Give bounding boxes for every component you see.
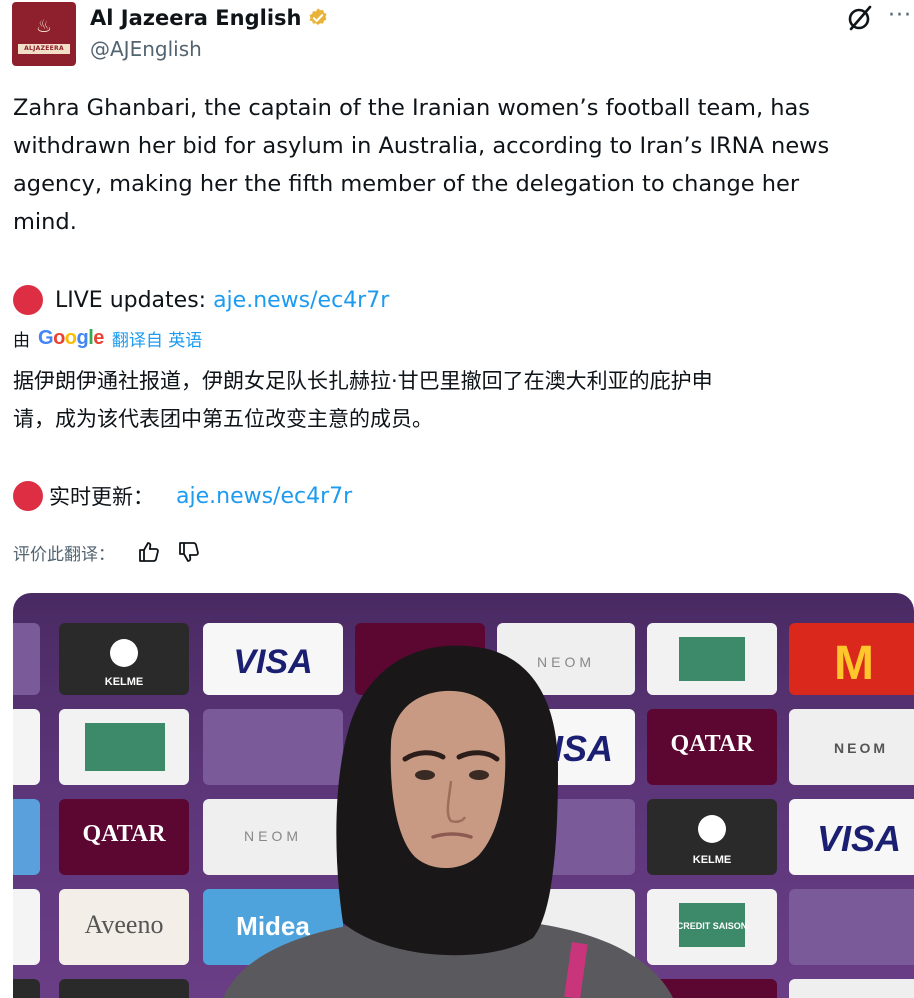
tweet-text-line: mind. bbox=[13, 209, 77, 235]
tweet-photo[interactable]: KELME VISA NEOM M VISA QATAR NEOM QATAR … bbox=[13, 593, 914, 998]
aljazeera-logo-icon: ♨ bbox=[35, 16, 53, 37]
tweet-text: Zahra Ghanbari, the captain of the Irani… bbox=[13, 89, 911, 241]
aveeno-logo-text: Aveeno bbox=[85, 910, 164, 939]
translated-text-line: 请，成为该代表团中第五位改变主意的成员。 bbox=[13, 407, 433, 431]
credit-saison-logo-text: CREDIT SAISON bbox=[677, 921, 748, 931]
thumbs-up-icon[interactable] bbox=[137, 540, 161, 564]
tweet-post: ♨ ALJAZEERA Al Jazeera English @AJEnglis… bbox=[0, 0, 914, 998]
live-updates-label: LIVE updates: bbox=[55, 287, 214, 313]
google-letter: o bbox=[64, 326, 77, 349]
kelme-logo-text: KELME bbox=[693, 854, 732, 866]
red-circle-icon bbox=[13, 481, 43, 511]
tweet-text-line: withdrawn her bid for asylum in Australi… bbox=[13, 133, 830, 159]
translated-text-line: 据伊朗伊通社报道，伊朗女足队长扎赫拉·甘巴里撤回了在澳大利亚的庇护申 bbox=[13, 369, 713, 393]
grok-icon[interactable] bbox=[846, 4, 874, 32]
translated-live-updates-row: 实时更新： aje.news/ec4r7r bbox=[13, 478, 352, 514]
rate-translation-row: 评价此翻译： bbox=[13, 536, 217, 568]
neom-logo-text: NEOM bbox=[244, 828, 302, 844]
translated-live-updates-link[interactable]: aje.news/ec4r7r bbox=[176, 484, 352, 509]
rate-translation-label: 评价此翻译： bbox=[13, 544, 115, 565]
google-letter: g bbox=[76, 326, 89, 349]
kelme-logo-text: KELME bbox=[105, 676, 144, 688]
visa-logo-text: VISA bbox=[817, 818, 901, 859]
translation-attribution: 由 Google 翻译自 英语 bbox=[13, 323, 202, 353]
google-letter: e bbox=[93, 326, 104, 349]
google-letter: o bbox=[53, 326, 65, 349]
avatar-logo-text: ALJAZEERA bbox=[18, 44, 70, 54]
neom-logo-text: NEOM bbox=[537, 654, 595, 670]
author-avatar[interactable]: ♨ ALJAZEERA bbox=[12, 2, 76, 66]
more-options-icon[interactable]: ··· bbox=[888, 5, 912, 27]
midea-logo-text: Midea bbox=[236, 911, 310, 941]
qatar-logo-text: QATAR bbox=[82, 821, 166, 847]
qatar-logo-text: QATAR bbox=[670, 731, 754, 757]
author-name-row: Al Jazeera English bbox=[90, 4, 329, 32]
mcdonalds-logo-icon: M bbox=[834, 637, 874, 690]
live-updates-link[interactable]: aje.news/ec4r7r bbox=[213, 288, 389, 313]
visa-logo-text: VISA bbox=[233, 643, 312, 681]
live-updates-row: LIVE updates: aje.news/ec4r7r bbox=[13, 282, 389, 318]
verified-badge-icon bbox=[310, 8, 327, 26]
translated-live-updates-label: 实时更新： bbox=[49, 485, 154, 509]
tweet-text-line: agency, making her the fifth member of t… bbox=[13, 171, 800, 197]
tweet-text-line: Zahra Ghanbari, the captain of the Irani… bbox=[13, 95, 811, 121]
press-conference-photo: KELME VISA NEOM M VISA QATAR NEOM QATAR … bbox=[13, 623, 914, 998]
author-display-name[interactable]: Al Jazeera English bbox=[90, 6, 301, 30]
google-letter: G bbox=[38, 326, 54, 349]
thumbs-down-icon[interactable] bbox=[177, 540, 201, 564]
author-handle[interactable]: @AJEnglish bbox=[90, 37, 202, 61]
translated-text: 据伊朗伊通社报道，伊朗女足队长扎赫拉·甘巴里撤回了在澳大利亚的庇护申 请，成为该… bbox=[13, 362, 913, 438]
google-logo: Google bbox=[38, 327, 104, 350]
red-circle-icon bbox=[13, 285, 43, 315]
translated-from-link[interactable]: 翻译自 英语 bbox=[112, 326, 202, 351]
translated-by-label: 由 bbox=[13, 330, 30, 351]
neom-logo-text: NEOM bbox=[834, 740, 888, 756]
